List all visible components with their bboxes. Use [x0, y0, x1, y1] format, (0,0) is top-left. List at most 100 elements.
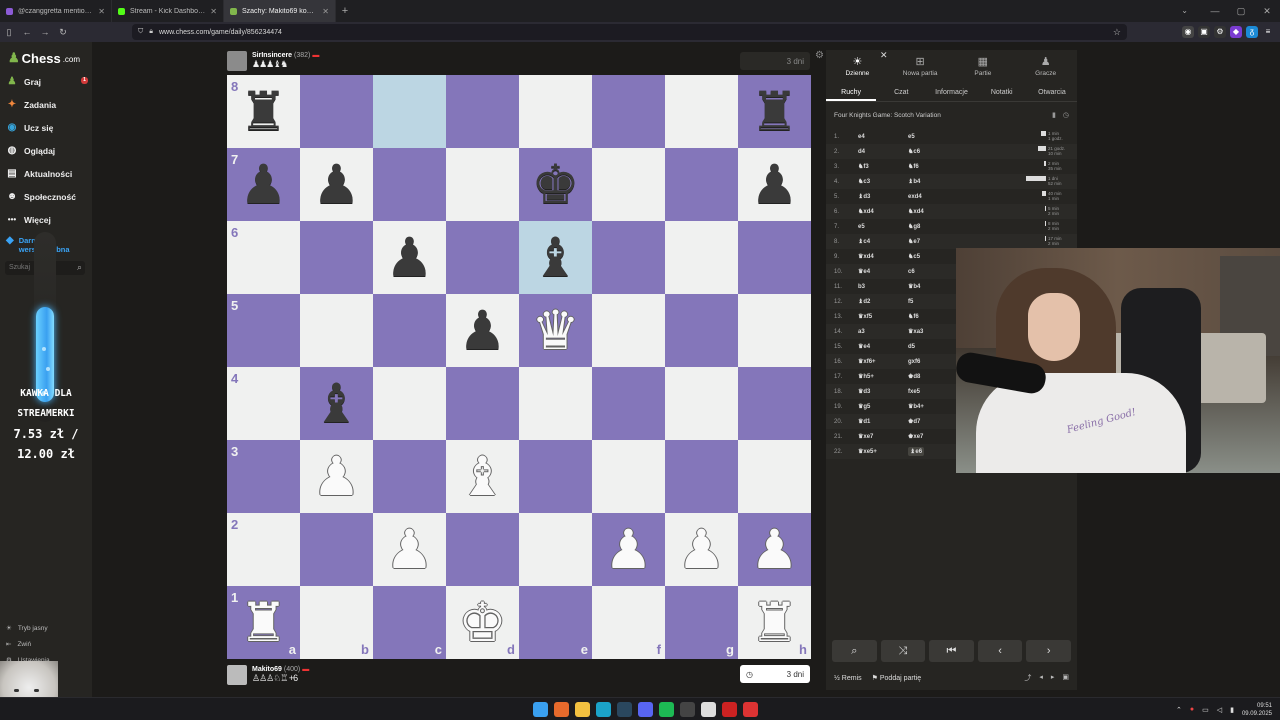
minimize-icon[interactable]: — [1202, 0, 1228, 22]
black-move[interactable]: ♞e7 [908, 238, 958, 245]
square-g4[interactable] [665, 367, 738, 440]
square-c2[interactable]: ♟ [373, 513, 446, 586]
sidebar-item-watch[interactable]: ◍ Oglądaj [6, 143, 88, 159]
close-window-icon[interactable]: ✕ [1254, 0, 1280, 22]
square-e6[interactable]: ♝ [519, 221, 592, 294]
sidebar-item-more[interactable]: ••• Więcej [6, 212, 88, 228]
white-move[interactable]: ♞f3 [858, 163, 908, 170]
flip-board-button[interactable]: ⤨ [880, 640, 926, 662]
expand-icon[interactable]: ▣ [1062, 673, 1069, 683]
square-h5[interactable] [738, 294, 811, 367]
white-move[interactable]: ♛xd4 [858, 253, 908, 260]
black-move[interactable]: ♞f6 [908, 163, 958, 170]
white-move[interactable]: d4 [858, 149, 908, 155]
square-c1[interactable]: c [373, 586, 446, 659]
search-icon[interactable]: ⌕ [77, 262, 82, 273]
book-icon[interactable]: ▮ [1052, 111, 1056, 119]
black-move[interactable]: gxf6 [908, 359, 958, 365]
square-a6[interactable]: 6 [227, 221, 300, 294]
black-move[interactable]: ♞c6 [908, 148, 958, 155]
black-king-piece[interactable]: ♚ [531, 157, 579, 212]
obs-icon[interactable] [680, 702, 695, 717]
square-b5[interactable] [300, 294, 373, 367]
square-e8[interactable] [519, 75, 592, 148]
white-move[interactable]: ♛e4 [858, 343, 908, 350]
square-g8[interactable] [665, 75, 738, 148]
steam-icon[interactable] [617, 702, 632, 717]
square-c8[interactable] [373, 75, 446, 148]
extension-icon[interactable]: ⚙ [1214, 26, 1226, 38]
browser-tab-1[interactable]: @czanggretta mentioned y ✕ [0, 0, 112, 22]
black-move[interactable]: ♚xe7 [908, 433, 958, 440]
bookmark-star-icon[interactable]: ☆ [1113, 27, 1121, 38]
browser-tab-3[interactable]: Szachy: Makito69 kontra Sirlns ✕ [224, 0, 336, 22]
volume-icon[interactable]: ◁ [1217, 706, 1222, 714]
square-e4[interactable] [519, 367, 592, 440]
square-b6[interactable] [300, 221, 373, 294]
white-move[interactable]: b3 [858, 284, 908, 290]
chesscom-logo[interactable]: ♟ Chess .com [8, 50, 80, 66]
black-pawn-piece[interactable]: ♟ [239, 157, 287, 212]
black-bishop-piece[interactable]: ♝ [531, 230, 579, 285]
square-b8[interactable] [300, 75, 373, 148]
square-b4[interactable]: ♝ [300, 367, 373, 440]
spotify-icon[interactable] [659, 702, 674, 717]
square-g3[interactable] [665, 440, 738, 513]
white-pawn-piece[interactable]: ♟ [750, 522, 798, 577]
square-a7[interactable]: 7 ♟ [227, 148, 300, 221]
maximize-icon[interactable]: ▢ [1228, 0, 1254, 22]
app-icon[interactable] [722, 702, 737, 717]
square-g6[interactable] [665, 221, 738, 294]
square-b1[interactable]: b [300, 586, 373, 659]
share-icon[interactable]: ⤴ [1024, 673, 1031, 683]
subtab-info[interactable]: Informacje [926, 84, 976, 101]
white-pawn-piece[interactable]: ♟ [385, 522, 433, 577]
square-c5[interactable] [373, 294, 446, 367]
black-move[interactable]: ♛b4 [908, 283, 958, 290]
tab-games[interactable]: ▦ Partie [952, 50, 1015, 82]
square-f3[interactable] [592, 440, 665, 513]
browser-tab-2[interactable]: Stream - Kick Dashboard ✕ [112, 0, 224, 22]
square-e1[interactable]: e [519, 586, 592, 659]
square-f6[interactable] [592, 221, 665, 294]
black-rook-piece[interactable]: ♜ [750, 84, 798, 139]
player-name[interactable]: SirInsincere [252, 52, 292, 59]
close-icon[interactable]: ✕ [880, 50, 888, 61]
white-bishop-piece[interactable]: ♝ [458, 449, 506, 504]
black-pawn-piece[interactable]: ♟ [458, 303, 506, 358]
square-h7[interactable]: ♟ [738, 148, 811, 221]
square-f1[interactable]: f [592, 586, 665, 659]
square-g1[interactable]: g [665, 586, 738, 659]
white-queen-piece[interactable]: ♛ [531, 303, 579, 358]
square-d1[interactable]: d ♚ [446, 586, 519, 659]
square-d4[interactable] [446, 367, 519, 440]
square-h6[interactable] [738, 221, 811, 294]
square-d8[interactable] [446, 75, 519, 148]
subtab-chat[interactable]: Czat [876, 84, 926, 101]
black-move[interactable]: ♚d7 [908, 418, 958, 425]
black-move[interactable]: ♝e6 [908, 447, 925, 456]
square-d2[interactable] [446, 513, 519, 586]
subtab-notes[interactable]: Notatki [977, 84, 1027, 101]
reload-icon[interactable]: ↻ [54, 27, 72, 38]
square-a5[interactable]: 5 [227, 294, 300, 367]
first-move-button[interactable]: ⏮ [929, 640, 974, 662]
square-a2[interactable]: 2 [227, 513, 300, 586]
black-move[interactable]: d5 [908, 344, 958, 350]
white-move[interactable]: ♛g5 [858, 403, 908, 410]
black-move[interactable]: fxe5 [908, 389, 958, 395]
subtab-moves[interactable]: Ruchy [826, 84, 877, 101]
square-f8[interactable] [592, 75, 665, 148]
square-c6[interactable]: ♟ [373, 221, 446, 294]
avatar[interactable] [227, 665, 247, 685]
tab-list-chevron-icon[interactable]: ⌄ [1181, 0, 1188, 22]
sidebar-item-play[interactable]: ♟ Graj 1 [6, 74, 88, 90]
analysis-zoom-button[interactable]: ⌕ [832, 640, 877, 662]
white-move[interactable]: ♛xe5+ [858, 448, 908, 455]
square-h4[interactable] [738, 367, 811, 440]
white-move[interactable]: a3 [858, 329, 908, 335]
black-move[interactable]: ♞c5 [908, 253, 958, 260]
square-a3[interactable]: 3 [227, 440, 300, 513]
square-h3[interactable] [738, 440, 811, 513]
black-rook-piece[interactable]: ♜ [239, 84, 287, 139]
